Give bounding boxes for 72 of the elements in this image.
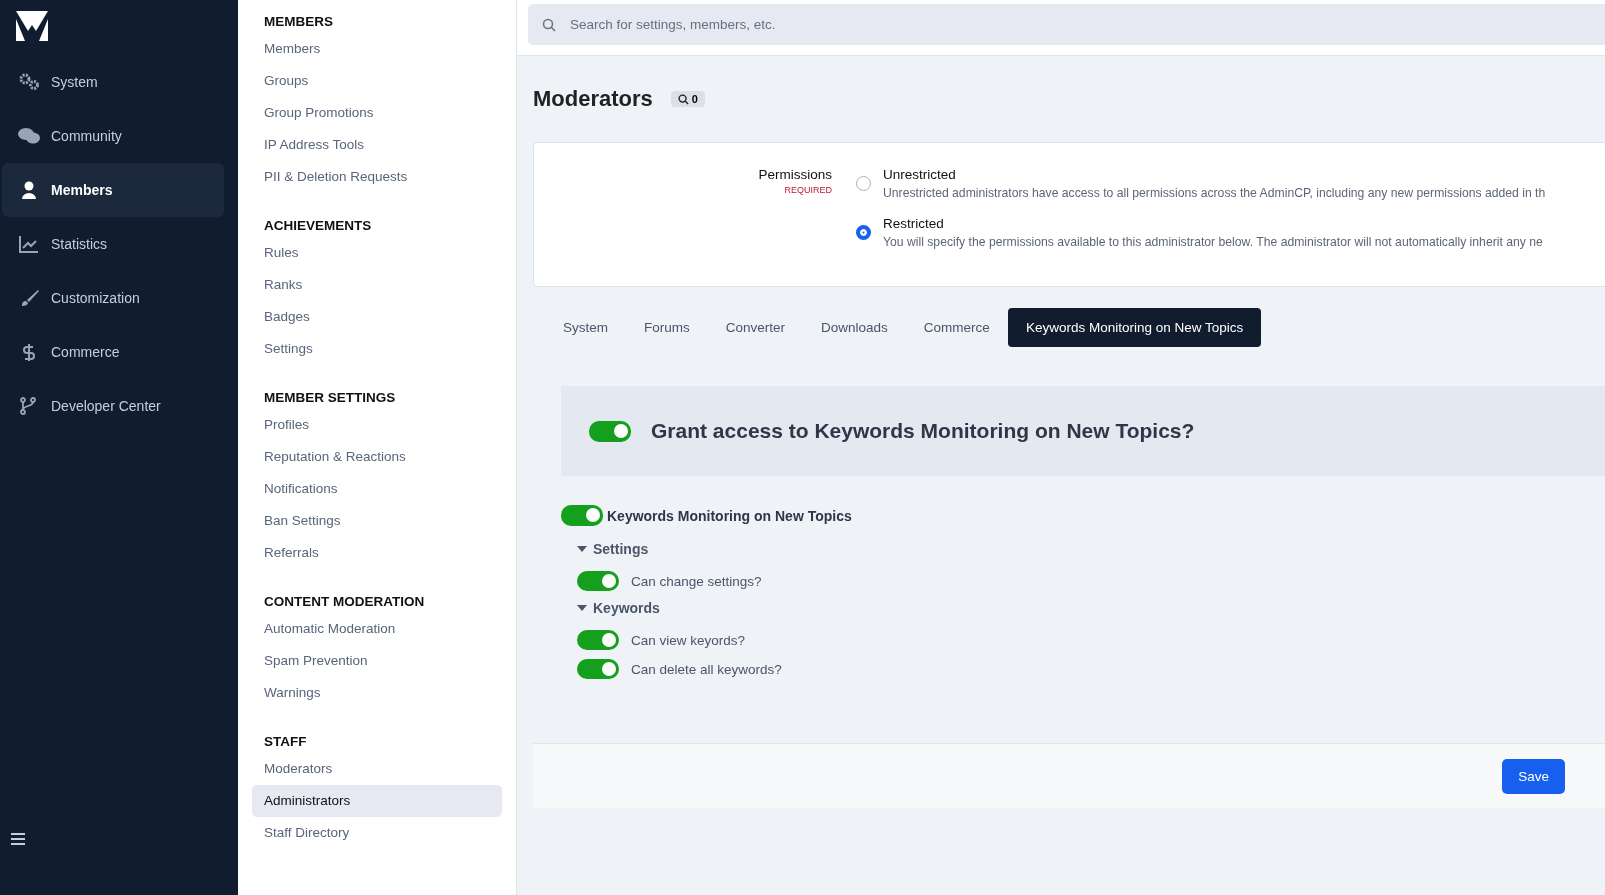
menu-icon[interactable]: [11, 833, 25, 845]
chat-icon: [18, 127, 40, 145]
nav-item[interactable]: Members: [2, 163, 224, 217]
logo-icon: [16, 11, 48, 41]
nav-item[interactable]: Developer Center: [2, 379, 224, 433]
submenu-item[interactable]: Badges: [252, 301, 502, 333]
field-label: Permissions: [757, 167, 832, 182]
permission-label: Can delete all keywords?: [631, 661, 782, 677]
toggle-switch[interactable]: [577, 659, 619, 679]
nav-item[interactable]: Commerce: [2, 325, 224, 379]
line-chart-icon: [18, 235, 40, 253]
submenu-item[interactable]: Groups: [252, 65, 502, 97]
submenu-item[interactable]: Spam Prevention: [252, 645, 502, 677]
radio-button[interactable]: [856, 225, 871, 240]
search-icon: [677, 93, 689, 105]
save-button[interactable]: Save: [1502, 758, 1565, 794]
tab[interactable]: Downloads: [803, 308, 906, 347]
submenu-item[interactable]: Automatic Moderation: [252, 613, 502, 645]
section-toggle[interactable]: Settings: [577, 541, 1605, 557]
tab[interactable]: System: [545, 308, 626, 347]
tab[interactable]: Keywords Monitoring on New Topics: [1007, 308, 1262, 347]
submenu-item[interactable]: Settings: [252, 333, 502, 365]
option-label: Unrestricted: [883, 167, 957, 182]
required-label: REQUIRED: [783, 185, 832, 195]
submenu-item[interactable]: Notifications: [252, 473, 502, 505]
submenu-item[interactable]: Group Promotions: [252, 97, 502, 129]
permission-label: Can change settings?: [631, 573, 762, 589]
nav-item[interactable]: Statistics: [2, 217, 224, 271]
section-heading: STAFF: [263, 733, 308, 751]
option-label: Restricted: [883, 216, 945, 231]
tab[interactable]: Converter: [707, 308, 804, 347]
toggle-switch[interactable]: [589, 420, 631, 442]
nav-item[interactable]: Customization: [2, 271, 224, 325]
section-toggle[interactable]: Keywords: [577, 600, 1605, 616]
submenu-item[interactable]: Reputation & Reactions: [252, 441, 502, 473]
search-field[interactable]: Search for settings, members, etc.: [528, 4, 1605, 45]
nav-item[interactable]: Community: [2, 109, 224, 163]
submenu-item[interactable]: Staff Directory: [252, 817, 502, 849]
section-heading: MEMBER SETTINGS: [263, 389, 397, 407]
radio-button[interactable]: [856, 176, 871, 191]
section-heading: CONTENT MODERATION: [263, 593, 426, 611]
toggle-switch[interactable]: [577, 571, 619, 591]
toggle-switch[interactable]: [577, 630, 619, 650]
search-icon: [542, 18, 556, 32]
submenu-item[interactable]: Ban Settings: [252, 505, 502, 537]
nav-item[interactable]: System: [2, 55, 224, 109]
submenu-item[interactable]: IP Address Tools: [252, 129, 502, 161]
permission-label: Can view keyords?: [631, 632, 746, 648]
page-title: Moderators: [533, 86, 653, 112]
submenu-item[interactable]: Members: [252, 33, 502, 65]
section-heading: MEMBERS: [263, 13, 334, 31]
permission-group-label: Keywords Monitoring on New Topics: [607, 507, 852, 524]
section-heading: ACHIEVEMENTS: [263, 217, 373, 235]
submenu-item[interactable]: Warnings: [252, 677, 502, 709]
submenu-item[interactable]: Referrals: [252, 537, 502, 569]
option-description: Unrestricted administrators have access to all permissions across the AdminCP, including any new permissions added in th: [883, 186, 1546, 200]
count-text: 0: [691, 93, 698, 105]
caret-icon: [577, 605, 587, 611]
submenu-item[interactable]: Moderators: [252, 753, 502, 785]
submenu-item[interactable]: Administrators: [252, 785, 502, 817]
grant-question: Grant access to Keywords Monitoring on New Topics?: [651, 419, 1195, 443]
search-count-badge[interactable]: 0: [670, 91, 705, 107]
submenu-item[interactable]: Rules: [252, 237, 502, 269]
caret-icon: [577, 546, 587, 552]
submenu-item[interactable]: Profiles: [252, 409, 502, 441]
submenu-item[interactable]: Ranks: [252, 269, 502, 301]
toggle-switch[interactable]: [561, 505, 603, 526]
gears-icon: [18, 73, 40, 91]
option-description: You will specify the permissions available to this administrator below. The administrator will not automatically inherit any ne: [883, 235, 1543, 249]
submenu-item[interactable]: PII & Deletion Requests: [252, 161, 502, 193]
tab[interactable]: Commerce: [905, 308, 1008, 347]
tab[interactable]: Forums: [626, 308, 708, 347]
